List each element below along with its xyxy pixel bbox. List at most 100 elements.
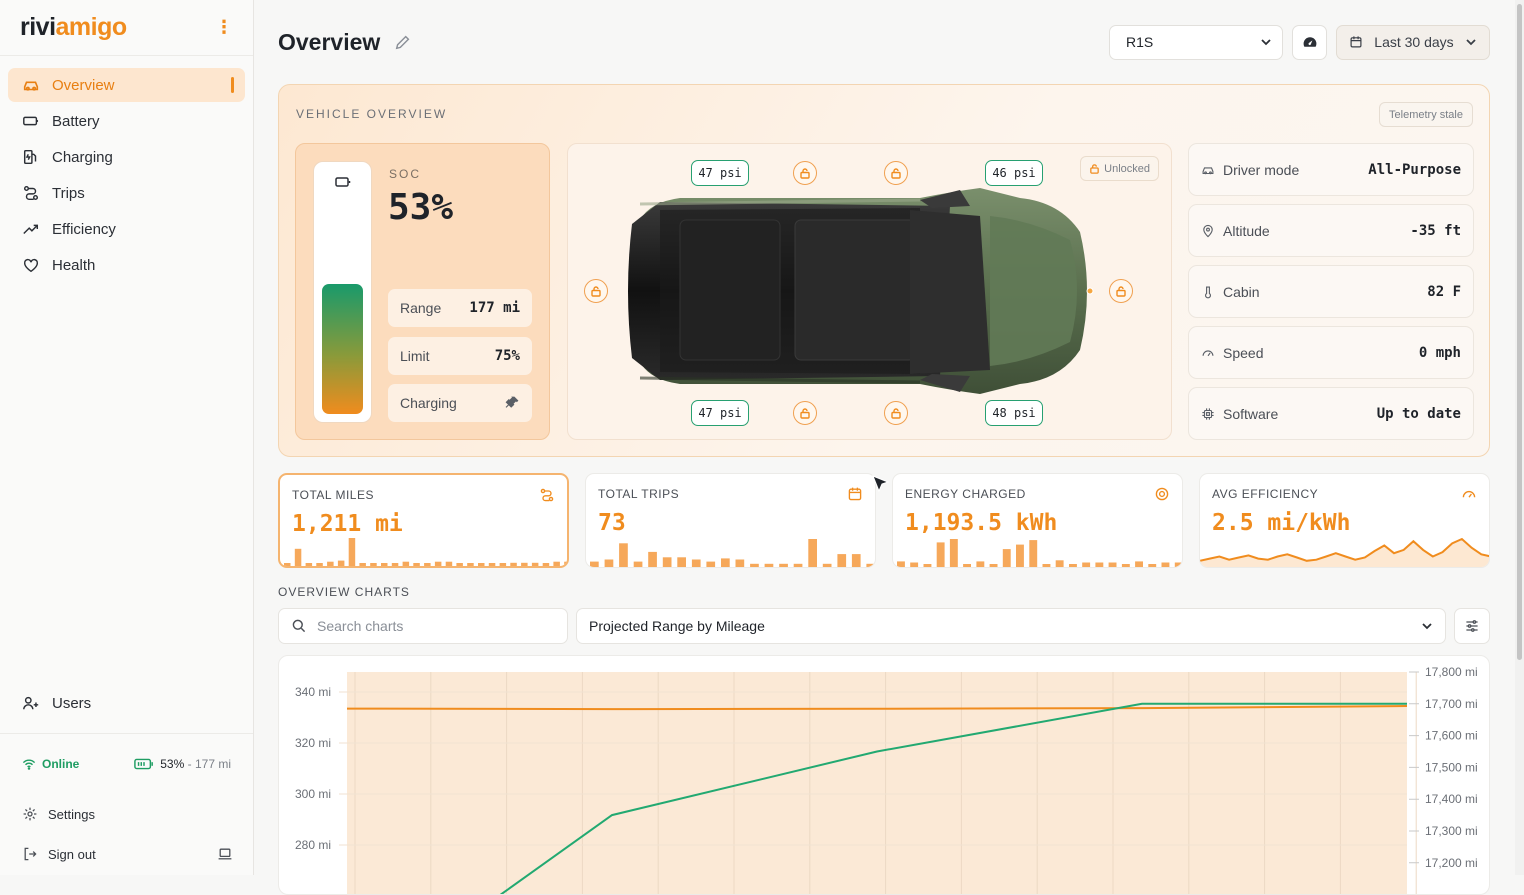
trips-bar <box>648 551 657 567</box>
projected-range-chart: 340 mi 320 mi 300 mi 280 mi 17,800 mi 17,700 … <box>278 655 1490 895</box>
unlock-icon <box>1090 164 1099 174</box>
miles-bar <box>488 563 496 566</box>
energy-bar <box>897 561 905 567</box>
miles-bar <box>348 538 356 566</box>
miles-bar <box>531 562 539 566</box>
trips-bar <box>619 543 628 567</box>
miles-bar <box>402 561 410 566</box>
miles-sparkline <box>284 538 567 566</box>
miles-bar <box>413 563 420 566</box>
sidebar-item-label: Trips <box>52 184 85 202</box>
energy-bar <box>949 539 958 567</box>
pin-icon <box>1203 224 1213 237</box>
kpi-total-trips[interactable]: TOTAL TRIPS 73 <box>585 473 876 568</box>
energy-bar <box>1108 562 1117 567</box>
scrollbar-thumb[interactable] <box>1517 4 1522 660</box>
logo[interactable]: riviamigo <box>20 13 127 42</box>
sidebar-item-overview[interactable]: Overview <box>8 68 245 102</box>
sidebar-item-efficiency[interactable]: Efficiency <box>8 212 245 246</box>
laptop-icon[interactable] <box>217 846 233 862</box>
miles-bar <box>337 560 345 566</box>
sign-out-link[interactable]: Sign out <box>16 834 237 874</box>
top-controls: R1S Last 30 days <box>1109 24 1490 60</box>
kpi-avg-efficiency[interactable]: AVG EFFICIENCY 2.5 mi/kWh <box>1199 473 1490 568</box>
energy-bar <box>1095 562 1104 567</box>
info-cabin: Cabin 82 F <box>1188 265 1474 318</box>
vehicle-overview-panel: VEHICLE OVERVIEW Telemetry stale SOC 53%… <box>278 84 1490 457</box>
vehicle-select[interactable]: R1S <box>1109 24 1283 60</box>
page-scrollbar[interactable] <box>1515 0 1524 875</box>
energy-bar <box>976 561 985 567</box>
chevron-down-icon <box>1466 39 1476 46</box>
trips-bar <box>706 561 716 567</box>
pencil-icon[interactable] <box>394 33 412 51</box>
miles-bar <box>434 561 442 566</box>
trips-bar <box>779 563 788 567</box>
heart-icon <box>22 256 40 274</box>
chip-icon <box>1202 407 1214 420</box>
more-menu-icon[interactable]: ⋮ <box>215 17 233 38</box>
energy-bar <box>1148 564 1157 567</box>
date-range-button[interactable]: Last 30 days <box>1336 24 1490 60</box>
left-axis-tick: 300 mi <box>295 787 331 801</box>
gear-icon <box>23 807 37 821</box>
miles-bar <box>370 563 377 566</box>
lock-status-badge: Unlocked <box>1080 156 1159 181</box>
kpi-total-miles[interactable]: TOTAL MILES 1,211 mi <box>278 473 569 568</box>
connection-status: Online 53% - 177 mi <box>16 734 237 794</box>
chart-area-fill <box>347 672 1407 894</box>
battery-icon <box>22 112 40 130</box>
kpi-energy-charged[interactable]: ENERGY CHARGED 1,193.5 kWh <box>892 473 1183 568</box>
settings-link[interactable]: Settings <box>16 794 237 834</box>
energy-bar <box>1135 561 1143 567</box>
miles-bar <box>510 562 517 566</box>
sidebar-item-users[interactable]: Users <box>8 686 246 720</box>
trips-bar <box>662 557 672 567</box>
miles-bar <box>553 561 560 566</box>
speedometer-button[interactable] <box>1292 24 1327 60</box>
miles-bar <box>445 561 453 566</box>
chart-type-select[interactable]: Projected Range by Mileage <box>576 608 1446 644</box>
chart-settings-button[interactable] <box>1454 608 1490 644</box>
sidebar-item-trips[interactable]: Trips <box>8 176 245 210</box>
energy-bar <box>1002 549 1011 567</box>
sidebar-item-label: Charging <box>52 148 113 166</box>
door-lock-icon[interactable] <box>793 401 817 425</box>
car-small-icon <box>1202 166 1214 174</box>
energy-bar <box>923 564 932 567</box>
trips-bar <box>735 559 745 567</box>
sidebar-footer: Online 53% - 177 mi Settings Sign out <box>0 733 253 874</box>
thermometer-icon <box>1205 286 1211 298</box>
left-axis-tick: 320 mi <box>295 736 331 750</box>
sidebar-item-health[interactable]: Health <box>8 248 245 282</box>
energy-bar <box>1042 564 1051 567</box>
miles-bar <box>381 563 388 566</box>
sidebar-item-label: Overview <box>52 76 115 94</box>
miles-bar <box>327 561 334 566</box>
energy-bar <box>1121 564 1130 567</box>
online-status: Online <box>22 757 79 771</box>
tailgate-lock-icon[interactable] <box>584 279 608 303</box>
miles-bar <box>456 563 463 566</box>
vehicle-diagram-card: 47 psi 46 psi 47 psi 48 psi Unlocked <box>567 143 1172 440</box>
frunk-lock-icon[interactable] <box>1109 279 1133 303</box>
trend-up-icon <box>22 220 40 238</box>
top-bar: Overview R1S Last 30 days <box>278 0 1490 84</box>
sidebar-item-battery[interactable]: Battery <box>8 104 245 138</box>
range-stat: Range 177 mi <box>388 289 532 327</box>
trips-bar <box>764 563 774 567</box>
trips-sparkline <box>590 539 875 567</box>
door-lock-icon[interactable] <box>884 401 908 425</box>
chart-search-input[interactable]: Search charts <box>278 608 568 644</box>
wifi-icon <box>22 759 36 770</box>
chevron-down-icon <box>1261 39 1271 46</box>
sidebar-item-label: Health <box>52 256 96 274</box>
trips-bar <box>721 558 730 567</box>
telemetry-status-badge[interactable]: Telemetry stale <box>1379 102 1473 127</box>
left-axis-tick: 280 mi <box>295 838 331 852</box>
trips-bar <box>750 563 759 567</box>
sidebar-item-charging[interactable]: Charging <box>8 140 245 174</box>
route-icon <box>22 184 40 202</box>
limit-stat: Limit 75% <box>388 337 532 375</box>
energy-bar <box>989 564 998 567</box>
